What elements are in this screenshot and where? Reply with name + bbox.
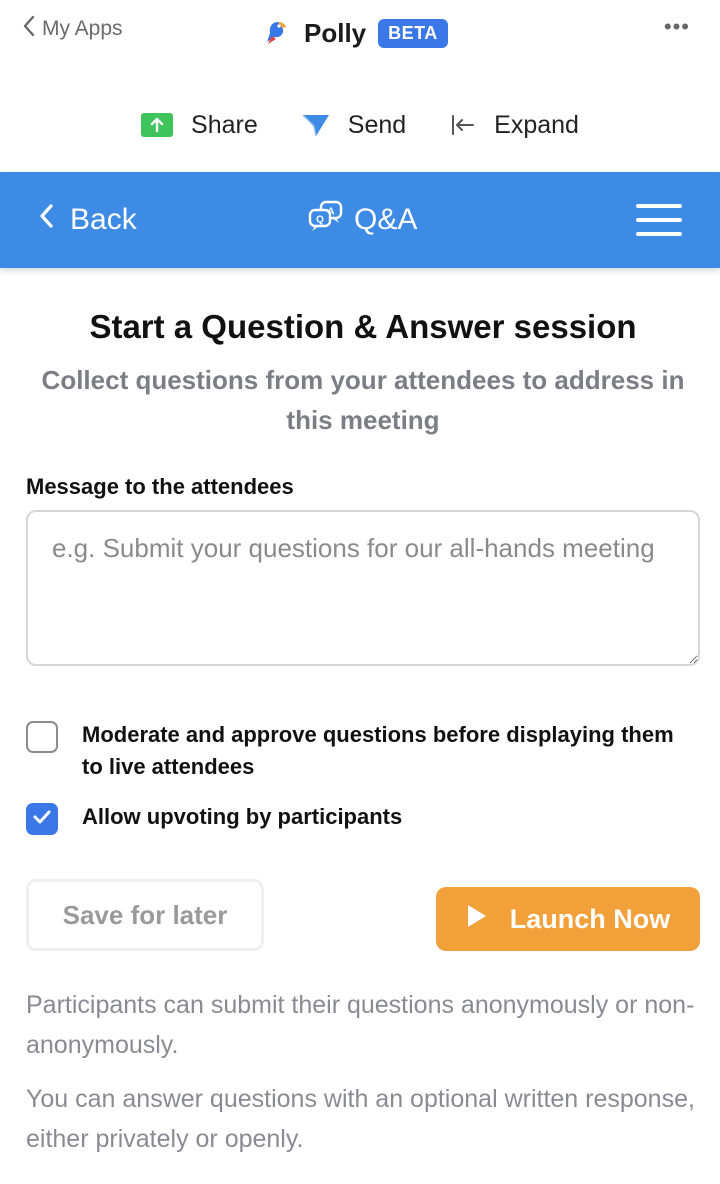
top-app-bar: My Apps Polly BETA ••• — [0, 0, 720, 60]
chevron-left-icon — [38, 203, 54, 237]
anonymity-note: Participants can submit their questions … — [26, 991, 695, 1059]
qa-header-bar: Back A Q Q&A — [0, 172, 720, 268]
qa-title: A Q Q&A — [308, 200, 417, 240]
more-options-icon[interactable]: ••• — [664, 14, 690, 40]
upvoting-checkbox[interactable] — [26, 803, 58, 835]
send-label: Send — [347, 110, 407, 139]
form-buttons: Save for later Launch Now — [26, 879, 700, 951]
qa-setup-form: Start a Question & Answer session Collec… — [26, 268, 700, 1159]
share-label: Share — [191, 110, 258, 139]
my-apps-label: My Apps — [42, 17, 123, 40]
expand-label: Expand — [494, 110, 579, 139]
moderate-checkbox[interactable] — [26, 721, 58, 753]
chevron-left-icon — [22, 15, 36, 43]
message-label: Message to the attendees — [26, 474, 294, 499]
launch-now-label: Launch Now — [509, 903, 671, 934]
my-apps-back-link[interactable]: My Apps — [22, 14, 123, 44]
svg-text:Q: Q — [316, 215, 324, 226]
message-textarea[interactable] — [26, 510, 700, 666]
play-icon — [466, 903, 488, 936]
send-button[interactable]: Send — [302, 111, 406, 140]
polly-parrot-logo-icon — [262, 18, 292, 48]
action-toolbar: Share Send Expand — [0, 100, 720, 150]
share-upload-icon — [141, 113, 174, 137]
upvoting-option: Allow upvoting by participants — [26, 801, 700, 835]
back-button[interactable]: Back — [38, 200, 137, 240]
page-subtitle: Collect questions from your attendees to… — [41, 365, 685, 435]
moderate-label: Moderate and approve questions before di… — [82, 722, 674, 779]
app-title-group: Polly BETA — [262, 14, 448, 52]
upvoting-label: Allow upvoting by participants — [82, 804, 403, 829]
qa-title-label: Q&A — [354, 203, 418, 236]
checkmark-icon — [32, 809, 52, 830]
back-label: Back — [70, 203, 137, 236]
save-for-later-button[interactable]: Save for later — [26, 879, 264, 951]
options-list: Moderate and approve questions before di… — [26, 719, 700, 835]
send-paper-plane-icon — [302, 113, 330, 137]
answer-note: You can answer questions with an optiona… — [26, 1085, 695, 1153]
hamburger-menu-icon[interactable] — [636, 202, 682, 238]
share-button[interactable]: Share — [141, 111, 258, 140]
expand-arrow-icon — [450, 113, 476, 137]
app-name: Polly — [304, 17, 367, 48]
page-title: Start a Question & Answer session — [89, 308, 637, 345]
moderate-option: Moderate and approve questions before di… — [26, 719, 700, 783]
beta-badge: BETA — [378, 18, 448, 48]
qa-chat-bubbles-icon: A Q — [308, 200, 344, 240]
expand-button[interactable]: Expand — [450, 111, 579, 140]
launch-now-button[interactable]: Launch Now — [436, 887, 700, 951]
